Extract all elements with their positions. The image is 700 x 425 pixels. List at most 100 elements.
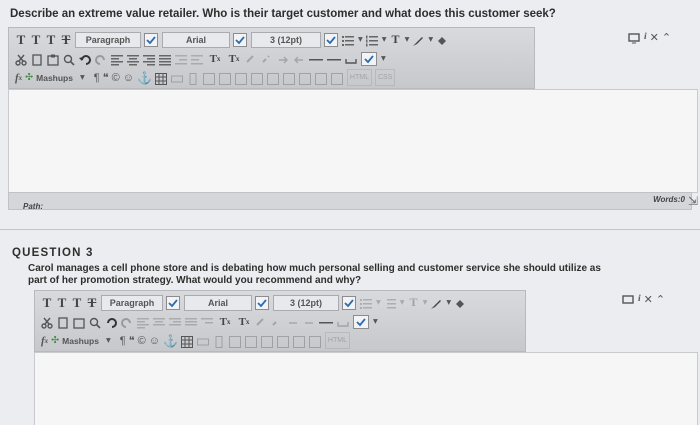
mashups-button[interactable]: Mashups [36,70,73,85]
fullscreen-icon[interactable]: ✕ [650,30,659,45]
collapse-icon[interactable]: ⌃ [656,292,665,307]
font-size-select[interactable]: 3 (12pt) [273,294,339,311]
superscript-button[interactable]: Tx [207,51,223,66]
table-insert-icon[interactable] [298,72,311,85]
ltr-icon[interactable] [287,316,299,328]
table-cell-icon[interactable] [202,72,215,85]
copyright-icon[interactable]: © [138,333,146,348]
table-cellprops-icon[interactable] [282,72,295,85]
dropdown-icon[interactable]: ▾ [446,295,451,310]
dropdown-icon[interactable]: ▾ [358,32,363,47]
highlight-pen-icon[interactable] [412,34,424,46]
link-icon[interactable] [245,53,257,65]
bullet-list-icon[interactable] [360,297,372,309]
table-icon[interactable] [180,335,193,348]
chevron-down-icon[interactable] [324,32,338,47]
answer-editor[interactable] [34,352,698,425]
horizontal-line-icon[interactable] [309,53,323,65]
text-color-button[interactable]: T [390,32,402,47]
text-style-button[interactable]: T [30,32,42,47]
resize-handle-icon[interactable]: ⇲ [688,194,698,208]
table-remove-icon[interactable] [314,72,327,85]
dropdown-icon[interactable]: ▾ [400,295,405,310]
fill-color-icon[interactable] [436,34,448,46]
strikethrough-button[interactable]: T [60,32,72,47]
font-size-select[interactable]: 3 (12pt) [251,31,321,48]
align-right-icon[interactable] [143,53,155,65]
align-left-icon[interactable] [137,316,149,328]
spellcheck-settings-icon[interactable] [628,31,640,44]
emoticon-icon[interactable]: ☺ [149,333,160,348]
chevron-down-icon[interactable] [144,32,158,47]
table-split-icon[interactable] [250,72,263,85]
redo-icon[interactable] [121,316,133,328]
chevron-down-icon[interactable] [255,295,269,310]
ltr-icon[interactable] [277,53,289,65]
cut-icon[interactable] [15,53,27,66]
redo-icon[interactable] [95,53,107,65]
dropdown-icon[interactable]: ▾ [382,32,387,47]
unlink-icon[interactable] [271,316,283,328]
subscript-button[interactable]: Tx [236,314,252,329]
preview-icon[interactable] [308,335,321,348]
superscript-button[interactable]: Tx [217,314,233,329]
chevron-down-icon[interactable] [233,32,247,47]
quote-icon[interactable]: ❝ [103,70,109,85]
text-style-button[interactable]: T [45,32,57,47]
indent-icon[interactable] [201,316,213,328]
dropdown-icon[interactable]: ▾ [106,333,111,348]
table-merge-icon[interactable] [260,335,273,348]
answer-editor[interactable] [8,89,698,193]
text-color-button[interactable]: T [408,295,420,310]
table-split-icon[interactable] [276,335,289,348]
font-family-select[interactable]: Arial [184,294,252,311]
paragraph-format-select[interactable]: Paragraph [101,294,163,311]
align-left-icon[interactable] [111,53,123,65]
outdent-icon[interactable] [191,53,203,65]
spellcheck-icon[interactable] [353,314,369,329]
dropdown-icon[interactable]: ▾ [405,32,410,47]
chevron-down-icon[interactable] [166,295,180,310]
numbered-list-icon[interactable] [384,297,396,309]
paste-icon[interactable] [47,53,59,66]
find-icon[interactable] [63,53,75,66]
rtl-icon[interactable] [293,53,305,65]
mashups-icon[interactable]: ✣ [51,333,59,348]
mashups-icon[interactable]: ✣ [25,70,33,85]
quote-icon[interactable]: ❝ [129,333,135,348]
dropdown-icon[interactable]: ▾ [376,295,381,310]
emoticon-icon[interactable]: ☺ [123,70,134,85]
html-source-button[interactable]: HTML [324,332,350,349]
preview-icon[interactable] [330,72,343,85]
paragraph-format-select[interactable]: Paragraph [75,31,141,48]
anchor-icon[interactable]: ⚓ [163,333,178,348]
align-right-icon[interactable] [169,316,181,328]
justify-icon[interactable] [159,53,171,65]
text-style-button[interactable]: T [15,32,27,47]
paste-icon[interactable] [73,316,85,329]
dropdown-icon[interactable]: ▾ [428,32,433,47]
dropdown-icon[interactable]: ▾ [80,70,85,85]
horizontal-line-icon[interactable] [319,316,333,328]
css-button[interactable]: CSS [374,69,396,86]
info-icon[interactable]: i [638,292,641,307]
spellcheck-settings-icon[interactable] [622,293,634,305]
justify-icon[interactable] [185,316,197,328]
table-col-icon[interactable] [187,72,199,85]
undo-icon[interactable] [79,53,91,65]
align-center-icon[interactable] [153,316,165,328]
text-style-button[interactable]: T [41,295,53,310]
text-style-button[interactable]: T [71,295,83,310]
table-delete-icon[interactable] [244,335,257,348]
table-col-icon[interactable] [213,335,225,348]
table-delete-icon[interactable] [218,72,231,85]
bullet-list-icon[interactable] [342,34,354,46]
rtl-icon[interactable] [303,316,315,328]
dropdown-icon[interactable]: ▾ [373,314,378,329]
html-source-button[interactable]: HTML [346,69,372,86]
highlight-pen-icon[interactable] [430,297,442,309]
fill-color-icon[interactable] [454,297,466,309]
subscript-button[interactable]: Tx [226,51,242,66]
table-icon[interactable] [154,72,167,85]
table-props-icon[interactable] [292,335,305,348]
